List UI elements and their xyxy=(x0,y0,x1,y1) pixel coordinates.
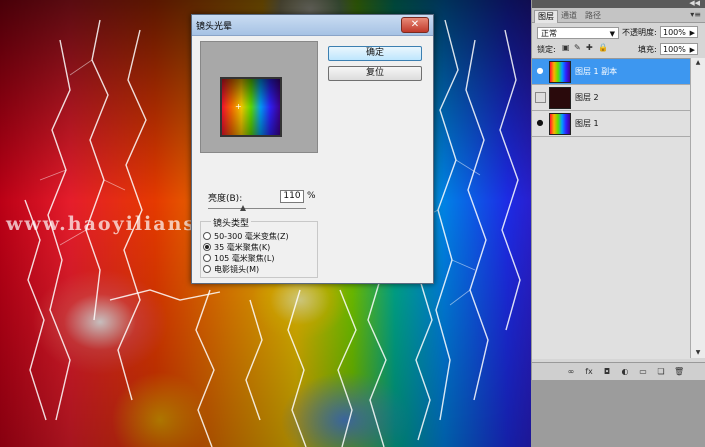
brightness-slider-thumb[interactable] xyxy=(240,205,246,211)
lens-type-legend: 镜头类型 xyxy=(211,216,252,229)
brightness-unit: % xyxy=(307,191,316,201)
lens-option-label: 电影镜头(M) xyxy=(214,265,260,274)
panel-footer: ∞ fx ◘ ◐ ▭ ❏ 🗑 xyxy=(532,362,705,381)
lock-all-icon[interactable]: 🔒 xyxy=(598,44,608,52)
visibility-toggle-off[interactable] xyxy=(535,92,546,103)
lens-flare-dialog: 镜头光晕 ✕ + 确定 复位 亮度(B): 110 % 镜头类型 50-300 … xyxy=(191,14,434,284)
layer-thumbnail[interactable] xyxy=(549,87,571,109)
eye-icon[interactable]: ● xyxy=(535,66,545,76)
dialog-title: 镜头光晕 xyxy=(196,22,233,32)
layer-row[interactable]: ● 图层 1 xyxy=(532,111,690,137)
delete-layer-icon[interactable]: 🗑 xyxy=(674,367,684,377)
layer-row[interactable]: ● 图层 1 副本 xyxy=(532,59,690,85)
add-mask-icon[interactable]: ◘ xyxy=(602,367,612,377)
fill-value: 100% xyxy=(663,45,686,54)
radio-selected-icon[interactable] xyxy=(203,243,211,251)
lens-option-35[interactable]: 35 毫米聚焦(K) xyxy=(203,242,383,252)
flare-center-crosshair-icon[interactable]: + xyxy=(235,103,243,111)
tab-paths[interactable]: 路径 xyxy=(582,10,604,22)
scroll-down-icon[interactable]: ▼ xyxy=(691,348,705,358)
fill-label: 填充: xyxy=(638,45,657,54)
lens-option-105[interactable]: 105 毫米聚焦(L) xyxy=(203,253,383,263)
panel-header-bar[interactable]: ◀◀ xyxy=(532,0,705,8)
blend-mode-select[interactable]: 正常 ▼ xyxy=(537,27,619,39)
radio-icon[interactable] xyxy=(203,254,211,262)
eye-icon[interactable]: ● xyxy=(535,118,545,128)
brightness-input[interactable]: 110 xyxy=(280,190,304,203)
layers-list: ● 图层 1 副本 图层 2 ● 图层 1 xyxy=(532,58,690,359)
layer-style-icon[interactable]: fx xyxy=(584,367,594,377)
lock-transparency-icon[interactable]: ▣ xyxy=(562,44,570,52)
close-icon[interactable]: ✕ xyxy=(401,17,429,33)
dialog-titlebar[interactable]: 镜头光晕 ✕ xyxy=(192,15,433,36)
lens-option-label: 50-300 毫米变焦(Z) xyxy=(214,232,289,241)
app-background xyxy=(531,380,705,447)
layer-thumbnail[interactable] xyxy=(549,113,571,135)
opacity-value: 100% xyxy=(663,28,686,37)
brightness-slider-track[interactable] xyxy=(208,208,306,209)
opacity-label: 不透明度: xyxy=(622,28,657,37)
panel-menu-icon[interactable]: ▾≡ xyxy=(690,10,701,19)
tab-channels[interactable]: 通道 xyxy=(558,10,580,22)
preview-image[interactable]: + xyxy=(220,77,282,137)
reset-button[interactable]: 复位 xyxy=(328,66,422,81)
adjustment-layer-icon[interactable]: ◐ xyxy=(620,367,630,377)
new-group-icon[interactable]: ▭ xyxy=(638,367,648,377)
layers-scrollbar[interactable]: ▲ ▼ xyxy=(690,58,705,358)
lens-option-label: 105 毫米聚焦(L) xyxy=(214,254,275,263)
ok-button[interactable]: 确定 xyxy=(328,46,422,61)
new-layer-icon[interactable]: ❏ xyxy=(656,367,666,377)
layer-thumbnail[interactable] xyxy=(549,61,571,83)
lock-pixels-icon[interactable]: ✎ xyxy=(574,44,582,52)
blend-mode-value: 正常 xyxy=(541,29,557,38)
layer-name[interactable]: 图层 1 副本 xyxy=(575,66,617,77)
radio-icon[interactable] xyxy=(203,232,211,240)
chevron-right-icon[interactable]: ▶ xyxy=(690,27,695,39)
chevron-down-icon: ▼ xyxy=(609,30,615,38)
layer-row[interactable]: 图层 2 xyxy=(532,85,690,111)
tab-layers[interactable]: 图层 xyxy=(534,10,558,23)
collapse-icon[interactable]: ◀◀ xyxy=(689,0,700,7)
lock-label: 锁定: xyxy=(537,45,556,54)
opacity-input[interactable]: 100% ▶ xyxy=(660,26,698,38)
lens-option-50-300[interactable]: 50-300 毫米变焦(Z) xyxy=(203,231,383,241)
link-layers-icon[interactable]: ∞ xyxy=(566,367,576,377)
lens-option-movie[interactable]: 电影镜头(M) xyxy=(203,264,383,274)
layer-name[interactable]: 图层 2 xyxy=(575,92,599,103)
brightness-label: 亮度(B): xyxy=(208,194,243,204)
scroll-up-icon[interactable]: ▲ xyxy=(691,58,705,68)
fill-input[interactable]: 100% ▶ xyxy=(660,43,698,55)
chevron-right-icon[interactable]: ▶ xyxy=(690,44,695,56)
panel-tabs: 图层 通道 路径 ▾≡ xyxy=(532,8,705,23)
layer-name[interactable]: 图层 1 xyxy=(575,118,599,129)
radio-icon[interactable] xyxy=(203,265,211,273)
lens-option-label: 35 毫米聚焦(K) xyxy=(214,243,271,252)
lock-position-icon[interactable]: ✚ xyxy=(586,44,594,52)
flare-preview[interactable]: + xyxy=(200,41,318,153)
layers-panel: ◀◀ 图层 通道 路径 ▾≡ 正常 ▼ 不透明度: 100% ▶ 锁定: ▣ ✎ ✚… xyxy=(531,0,705,381)
